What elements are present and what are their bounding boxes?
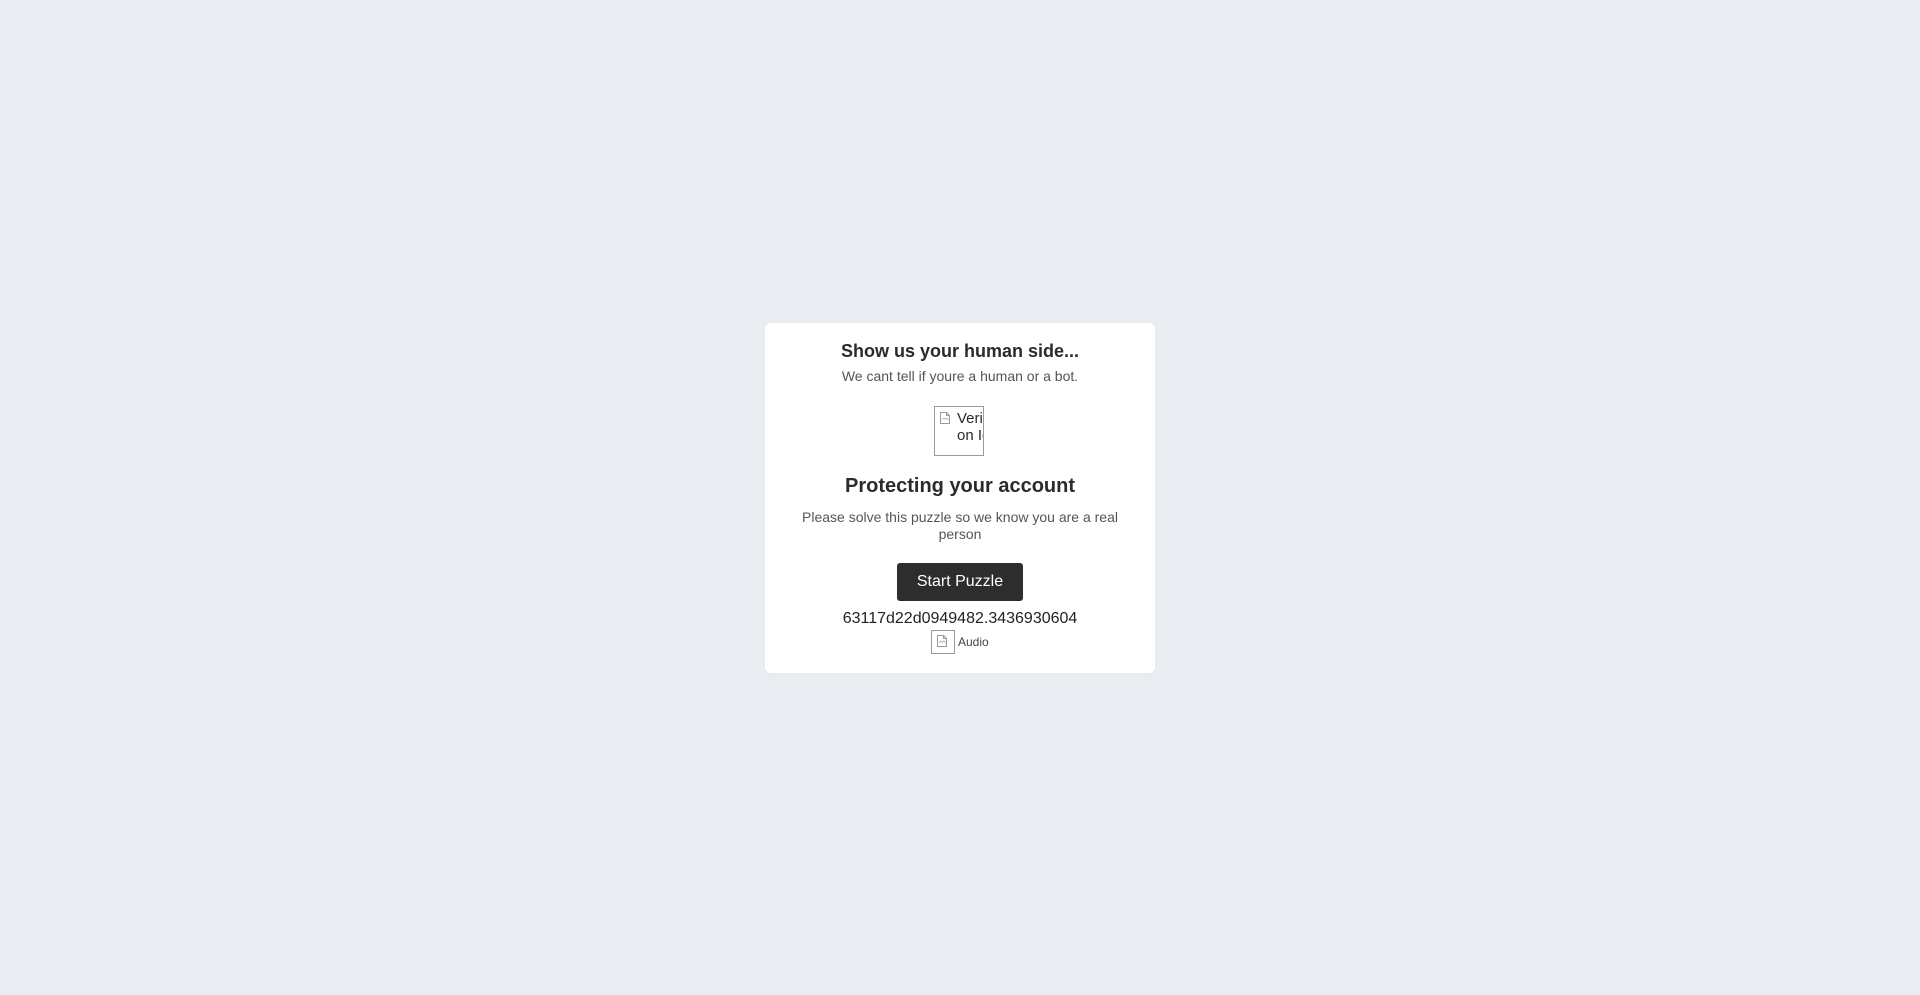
page-title: Protecting your account	[844, 475, 1076, 497]
puzzle-description: Please solve this puzzle so we know you …	[802, 509, 1118, 542]
broken-image-icon	[940, 412, 950, 424]
audio-label[interactable]: Audio	[958, 635, 989, 649]
verification-card: Show us your human side... We cant tell …	[765, 323, 1155, 673]
audio-icon	[937, 635, 947, 647]
session-token: 63117d22d0949482.3436930604	[842, 610, 1078, 627]
audio-icon-frame[interactable]	[931, 630, 955, 654]
audio-button[interactable]: Audio	[931, 630, 989, 654]
verification-icon-alt-text: Verification Icon	[957, 410, 983, 444]
card-heading: Show us your human side...	[840, 341, 1080, 361]
start-puzzle-button[interactable]: Start Puzzle	[897, 563, 1023, 601]
verification-icon: Verification Icon	[934, 406, 984, 456]
card-subheading: We cant tell if youre a human or a bot.	[841, 368, 1079, 384]
